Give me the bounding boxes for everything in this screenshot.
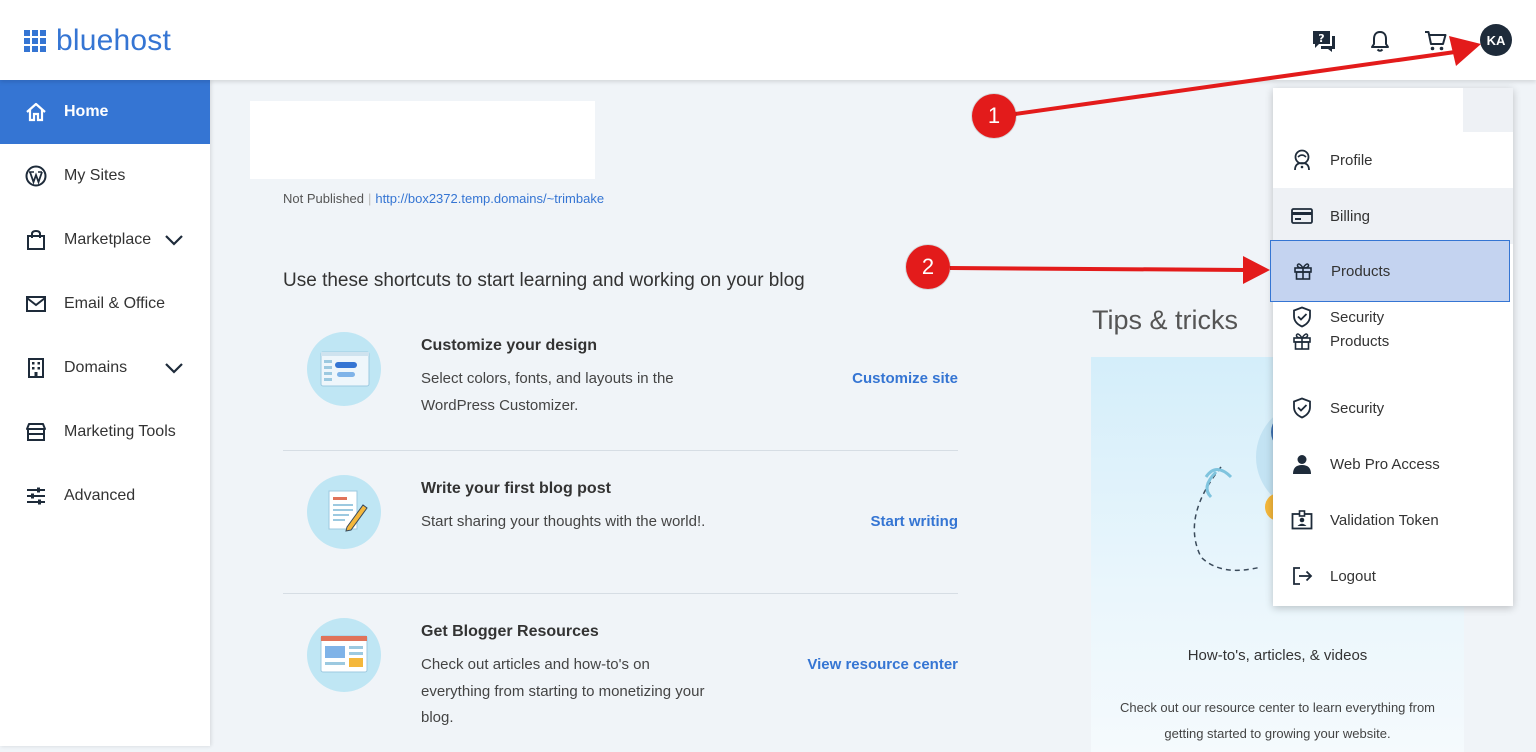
shortcut-title: Write your first blog post <box>421 480 611 497</box>
menu-item-label: Products <box>1331 262 1391 280</box>
logo-grid-icon <box>24 30 46 52</box>
sidebar-item-label: Marketing Tools <box>64 423 176 440</box>
annotation-arrow-2 <box>949 266 1246 272</box>
sidebar-item-home[interactable]: Home <box>0 80 210 144</box>
chevron-down-icon <box>165 363 183 374</box>
blogger-resources-illustration-icon <box>307 618 381 692</box>
sidebar-item-label: My Sites <box>64 167 126 184</box>
menu-item-products[interactable]: Products <box>1270 240 1510 302</box>
shopping-bag-icon <box>24 228 48 252</box>
shortcut-description: Start sharing your thoughts with the wor… <box>421 513 706 530</box>
astronaut-icon <box>1291 149 1313 171</box>
sidebar-item-email-office[interactable]: Email & Office <box>0 272 210 336</box>
shortcut-title: Get Blogger Resources <box>421 623 599 640</box>
menu-item-web-pro-access[interactable]: Web Pro Access <box>1273 436 1513 492</box>
menu-item-label: Billing <box>1330 207 1371 225</box>
start-writing-link[interactable]: Start writing <box>870 513 958 530</box>
menu-item-label: Web Pro Access <box>1330 455 1440 473</box>
menu-item-label: Validation Token <box>1330 511 1439 529</box>
sliders-icon <box>24 484 48 508</box>
shortcut-customize-design: Customize your design Select colors, fon… <box>283 308 958 451</box>
menu-item-validation-token[interactable]: Validation Token <box>1273 492 1513 548</box>
user-avatar[interactable]: KA <box>1480 24 1512 56</box>
shortcut-description: Check out articles and how-to's on every… <box>421 656 705 726</box>
shortcuts-heading: Use these shortcuts to start learning an… <box>283 270 805 291</box>
bell-icon[interactable] <box>1367 28 1393 54</box>
id-badge-icon <box>1291 509 1313 531</box>
account-dropdown-menu: Profile Billing Products Security Product… <box>1270 88 1513 606</box>
sidebar-item-marketplace[interactable]: Marketplace <box>0 208 210 272</box>
menu-item-profile[interactable]: Profile <box>1273 132 1513 188</box>
sidebar-item-advanced[interactable]: Advanced <box>0 464 210 528</box>
shortcut-blogger-resources: Get Blogger Resources Check out articles… <box>283 594 958 737</box>
credit-card-icon <box>1291 205 1313 227</box>
shortcut-title: Customize your design <box>421 337 598 354</box>
sidebar-item-label: Advanced <box>64 487 136 504</box>
tips-heading: Tips & tricks <box>1092 305 1239 335</box>
menu-item-label: Security <box>1330 399 1385 417</box>
shortcut-description: Select colors, fonts, and layouts in the… <box>421 370 674 414</box>
site-preview-thumbnail[interactable] <box>250 101 595 179</box>
site-status-line: Not Published | http://box2372.temp.domain… <box>283 191 605 206</box>
sidebar-item-label: Email & Office <box>64 295 166 312</box>
cart-icon[interactable] <box>1423 28 1449 54</box>
wordpress-icon <box>24 164 48 188</box>
building-icon <box>24 356 48 380</box>
view-resource-center-link[interactable]: View resource center <box>807 656 958 673</box>
menu-item-label: Security Products <box>1330 309 1390 350</box>
svg-text:?: ? <box>1318 32 1324 45</box>
sidebar-item-marketing-tools[interactable]: Marketing Tools <box>0 400 210 464</box>
menu-item-security[interactable]: Security <box>1273 380 1513 436</box>
gift-icon <box>1292 260 1314 282</box>
shield-check-icon <box>1291 306 1313 328</box>
home-icon <box>24 100 48 124</box>
shield-check-icon <box>1291 397 1313 419</box>
shortcut-first-blog-post: Write your first blog post Start sharing… <box>283 451 958 594</box>
sidebar-item-my-sites[interactable]: My Sites <box>0 144 210 208</box>
tips-subtitle: How-to's, articles, & videos <box>1187 647 1368 664</box>
storefront-icon <box>24 420 48 444</box>
customize-site-link[interactable]: Customize site <box>852 370 958 387</box>
menu-item-label: Profile <box>1330 151 1373 169</box>
annotation-badge-1: 1 <box>972 94 1016 138</box>
person-icon <box>1291 453 1313 475</box>
menu-item-label: Logout <box>1330 567 1376 585</box>
sidebar-item-label: Domains <box>64 359 128 376</box>
tips-description: Check out our resource center to learn e… <box>1119 700 1436 741</box>
envelope-icon <box>24 292 48 316</box>
gift-icon <box>1291 330 1313 352</box>
customize-design-illustration-icon <box>307 332 381 406</box>
logo-text: bluehost <box>56 24 172 57</box>
chevron-down-icon <box>165 235 183 246</box>
publish-status: Not Published <box>283 191 364 206</box>
site-url-link[interactable]: http://box2372.temp.domains/~trimbake <box>375 191 604 206</box>
annotation-badge-2: 2 <box>906 245 950 289</box>
blog-post-illustration-icon <box>307 475 381 549</box>
annotation-arrowhead-2 <box>1243 256 1270 284</box>
menu-item-logout[interactable]: Logout <box>1273 548 1513 604</box>
bluehost-logo[interactable]: bluehost <box>24 26 171 56</box>
logout-icon <box>1291 565 1313 587</box>
menu-item-security-products[interactable]: Security Products <box>1273 302 1513 368</box>
help-chat-icon[interactable]: ? <box>1311 28 1337 54</box>
menu-item-billing[interactable]: Billing <box>1273 188 1513 244</box>
sidebar-item-label: Home <box>64 103 109 120</box>
sidebar-item-domains[interactable]: Domains <box>0 336 210 400</box>
sidebar-item-label: Marketplace <box>64 231 152 248</box>
sidebar-nav: Home My Sites Marketplace Email & Office… <box>0 80 210 746</box>
top-header: bluehost ? KA <box>0 0 1536 80</box>
account-info-header <box>1273 88 1513 132</box>
